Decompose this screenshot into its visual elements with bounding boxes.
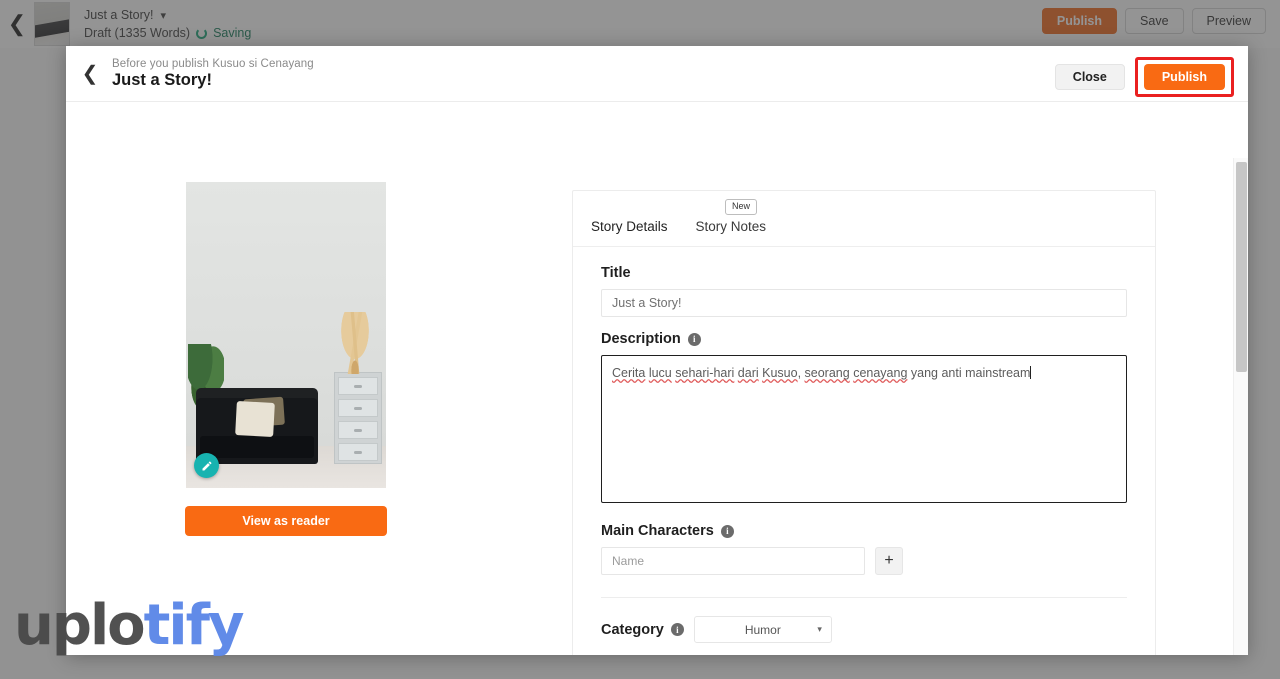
modal-page-title: Just a Story! bbox=[112, 70, 212, 89]
modal-scrollbar[interactable]: ▼ bbox=[1233, 158, 1248, 655]
view-as-reader-button[interactable]: View as reader bbox=[185, 506, 387, 536]
modal-body: View as reader Story Details Story Notes… bbox=[66, 102, 1248, 655]
chevron-down-icon: ▾ bbox=[817, 624, 822, 634]
spellcheck-word: dari bbox=[737, 366, 759, 380]
cover-pampas-grass bbox=[334, 312, 376, 374]
story-cover-image[interactable] bbox=[186, 182, 386, 488]
category-select[interactable]: Humor ▾ bbox=[693, 616, 832, 643]
category-label: Category i bbox=[601, 622, 684, 638]
title-input[interactable]: Just a Story! bbox=[601, 289, 1127, 317]
story-notes-new-badge: New bbox=[725, 199, 758, 215]
modal-back-icon[interactable]: ❮ bbox=[72, 46, 108, 102]
cover-drawer bbox=[338, 421, 378, 439]
cover-drawer bbox=[338, 377, 378, 395]
description-field-label: Description i bbox=[601, 331, 1127, 347]
modal-close-button[interactable]: Close bbox=[1054, 64, 1125, 90]
modal-actions: Close Publish bbox=[1054, 57, 1234, 97]
form-fields: Title Just a Story! Description i Cerita… bbox=[573, 247, 1155, 655]
watermark-part-a: uplo bbox=[14, 593, 146, 658]
category-field: Category i Humor ▾ bbox=[601, 598, 1127, 643]
tab-story-details[interactable]: Story Details bbox=[591, 219, 668, 236]
spellcheck-word: Kusuo bbox=[762, 366, 798, 380]
cover-column: View as reader bbox=[66, 102, 506, 655]
modal-header: ❮ Before you publish Kusuo si Cenayang J… bbox=[66, 46, 1248, 102]
story-details-card: Story Details Story Notes New Title Just… bbox=[572, 190, 1156, 655]
cover-pillow-front bbox=[235, 401, 275, 437]
info-icon[interactable]: i bbox=[670, 623, 684, 636]
publish-modal: ❮ Before you publish Kusuo si Cenayang J… bbox=[66, 46, 1248, 655]
modal-scrollbar-thumb[interactable] bbox=[1236, 162, 1247, 372]
cover-drawer bbox=[338, 443, 378, 461]
info-icon[interactable]: i bbox=[687, 332, 701, 346]
pencil-icon[interactable] bbox=[194, 453, 219, 478]
cover-wrapper bbox=[186, 182, 386, 488]
spellcheck-word: seorang bbox=[804, 366, 850, 380]
tab-story-notes[interactable]: Story Notes bbox=[696, 219, 767, 236]
character-name-input[interactable]: Name bbox=[601, 547, 865, 575]
modal-tabs: Story Details Story Notes New bbox=[573, 191, 1155, 247]
info-icon[interactable]: i bbox=[720, 524, 734, 538]
plus-icon[interactable]: + bbox=[875, 547, 903, 575]
publish-button-highlight: Publish bbox=[1134, 57, 1234, 97]
main-characters-row: Name + bbox=[601, 547, 1127, 575]
watermark-part-b: tify bbox=[143, 593, 245, 658]
description-textarea[interactable]: Cerita lucu sehari-hari dari Kusuo, seor… bbox=[601, 355, 1127, 503]
description-label-text: Description bbox=[601, 331, 681, 347]
main-characters-label-text: Main Characters bbox=[601, 523, 714, 539]
description-spellchecked-text: Cerita lucu sehari-hari dari Kusuo, seor… bbox=[612, 366, 908, 380]
description-plain-text: yang anti mainstream bbox=[907, 366, 1031, 380]
title-label-text: Title bbox=[601, 265, 631, 281]
modal-publish-button[interactable]: Publish bbox=[1143, 64, 1225, 90]
main-characters-label: Main Characters i bbox=[601, 523, 1127, 539]
modal-title-block: Before you publish Kusuo si Cenayang Jus… bbox=[112, 58, 314, 90]
category-label-text: Category bbox=[601, 621, 664, 638]
description-field: Description i Cerita lucu sehari-hari da… bbox=[601, 331, 1127, 503]
cover-dresser bbox=[334, 372, 382, 464]
category-selected-value: Humor bbox=[744, 622, 781, 637]
main-characters-field: Main Characters i Name + bbox=[601, 523, 1127, 575]
spellcheck-word: sehari-hari bbox=[675, 366, 735, 380]
spellcheck-word: Cerita bbox=[612, 366, 646, 380]
modal-breadcrumb: Before you publish Kusuo si Cenayang bbox=[112, 57, 314, 70]
cover-drawer bbox=[338, 399, 378, 417]
spellcheck-word: lucu bbox=[648, 366, 672, 380]
uplotify-watermark: uplotify bbox=[14, 598, 244, 654]
spellcheck-word: cenayang bbox=[853, 366, 908, 380]
title-field-label: Title bbox=[601, 265, 1127, 281]
text-caret bbox=[1030, 366, 1032, 379]
